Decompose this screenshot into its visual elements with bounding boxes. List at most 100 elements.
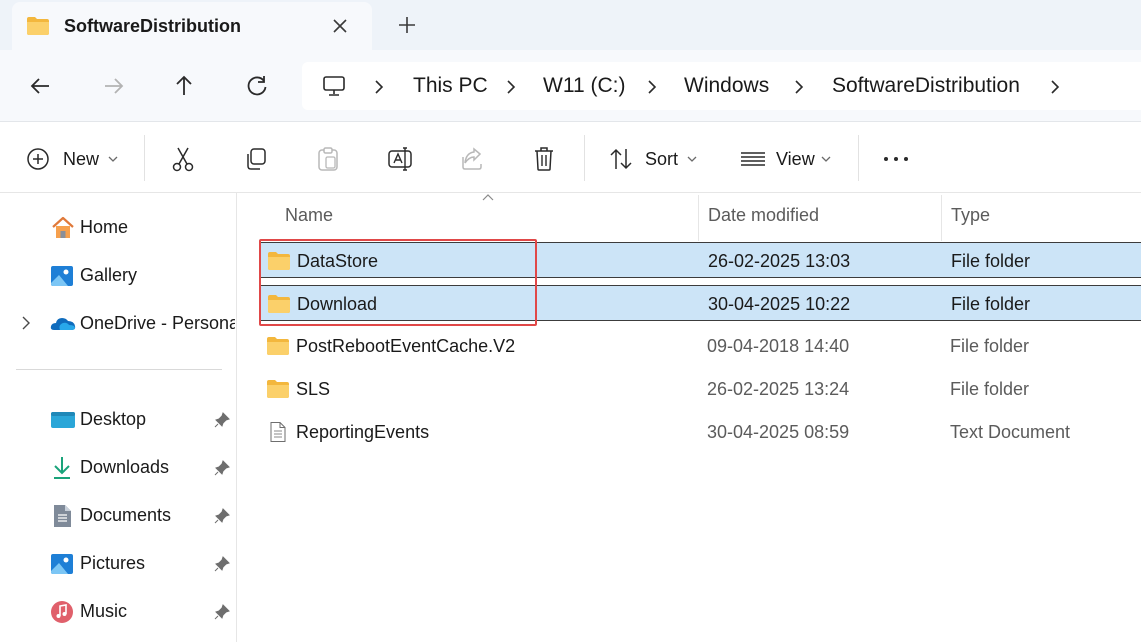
sidebar-item-label: OneDrive - Personal	[80, 313, 235, 333]
sidebar-item-label: Gallery	[80, 265, 138, 285]
gallery-icon	[51, 266, 73, 286]
breadcrumb-windows[interactable]: Windows	[684, 74, 769, 98]
folder-icon	[267, 380, 289, 398]
view-icon[interactable]	[739, 145, 767, 173]
tab-softwaredistribution[interactable]: SoftwareDistribution	[12, 2, 372, 50]
sidebar-item-label: Downloads	[80, 457, 170, 477]
pictures-icon	[51, 554, 73, 574]
file-type: File folder	[951, 294, 1031, 314]
delete-icon[interactable]	[531, 145, 557, 173]
file-name: SLS	[296, 379, 331, 399]
new-tab-button[interactable]	[394, 12, 420, 38]
rename-icon[interactable]	[387, 145, 413, 173]
sidebar-item-gallery[interactable]: Gallery	[0, 255, 237, 295]
folder-icon	[268, 252, 290, 270]
chevron-right-icon[interactable]	[792, 78, 806, 96]
share-icon[interactable]	[460, 145, 486, 173]
table-row[interactable]: PostRebootEventCache.V2 09-04-2018 14:40 F…	[260, 328, 1141, 364]
onedrive-icon	[50, 318, 76, 330]
chevron-right-icon[interactable]	[1048, 78, 1062, 96]
divider	[144, 135, 145, 181]
chevron-right-icon[interactable]	[504, 78, 518, 96]
sidebar-item-onedrive[interactable]: OneDrive - Personal	[0, 303, 237, 343]
sidebar-item-label: Pictures	[80, 553, 146, 573]
chevron-right-icon[interactable]	[645, 78, 659, 96]
chevron-down-icon[interactable]	[106, 145, 120, 173]
close-icon[interactable]	[328, 14, 352, 38]
back-button[interactable]	[27, 72, 55, 100]
tab-title: SoftwareDistribution	[64, 16, 242, 36]
breadcrumb-softwaredistribution[interactable]: SoftwareDistribution	[832, 74, 1020, 98]
file-type: File folder	[950, 336, 1030, 356]
breadcrumb-this-pc[interactable]: This PC	[413, 74, 488, 98]
pin-icon[interactable]	[213, 459, 231, 477]
music-icon	[51, 601, 73, 623]
sidebar-item-desktop[interactable]: Desktop	[0, 399, 237, 439]
sort-button[interactable]: Sort	[645, 149, 678, 170]
sidebar-item-pictures[interactable]: Pictures	[0, 543, 237, 583]
folder-icon	[27, 17, 49, 35]
folder-icon	[267, 337, 289, 355]
column-divider[interactable]	[941, 195, 942, 241]
pin-icon[interactable]	[213, 507, 231, 525]
sidebar-item-documents[interactable]: Documents	[0, 495, 237, 535]
forward-button[interactable]	[99, 72, 127, 100]
navigation-bar: This PC W11 (C:) Windows SoftwareDistrib…	[0, 50, 1141, 122]
up-button[interactable]	[170, 72, 198, 100]
refresh-button[interactable]	[243, 72, 271, 100]
more-options-icon[interactable]	[882, 145, 910, 173]
sidebar-item-downloads[interactable]: Downloads	[0, 447, 237, 487]
column-header-date-modified[interactable]: Date modified	[708, 205, 819, 226]
column-header-type[interactable]: Type	[951, 205, 990, 226]
sidebar-item-music[interactable]: Music	[0, 591, 237, 631]
file-name: DataStore	[297, 251, 379, 271]
sidebar-item-label: Music	[80, 601, 128, 621]
sidebar-item-label: Desktop	[80, 409, 147, 429]
copy-icon[interactable]	[243, 145, 269, 173]
desktop-icon	[51, 412, 75, 428]
pin-icon[interactable]	[213, 603, 231, 621]
file-date-modified: 26-02-2025 13:03	[708, 251, 851, 271]
divider	[16, 369, 222, 370]
table-row[interactable]: SLS 26-02-2025 13:24 File folder	[260, 371, 1141, 407]
paste-icon[interactable]	[315, 145, 341, 173]
file-list: Name Date modified Type DataStore 26-02-2…	[238, 193, 1141, 642]
chevron-down-icon[interactable]	[819, 145, 833, 173]
file-type: File folder	[951, 251, 1031, 271]
sort-icon[interactable]	[608, 145, 634, 173]
sidebar-item-label: Home	[80, 217, 129, 237]
sort-ascending-icon	[482, 194, 494, 201]
breadcrumb-drive[interactable]: W11 (C:)	[543, 74, 625, 98]
file-date-modified: 30-04-2025 10:22	[708, 294, 851, 314]
text-document-icon	[270, 422, 286, 442]
divider	[858, 135, 859, 181]
column-header-name[interactable]: Name	[285, 205, 333, 226]
file-name: PostRebootEventCache.V2	[296, 336, 516, 356]
home-icon	[52, 216, 74, 238]
file-name: Download	[297, 294, 378, 314]
table-row[interactable]: ReportingEvents 30-04-2025 08:59 Text Docu…	[260, 414, 1141, 450]
file-type: Text Document	[950, 422, 1071, 442]
sidebar-item-label: Documents	[80, 505, 172, 525]
file-date-modified: 30-04-2025 08:59	[707, 422, 850, 442]
divider	[584, 135, 585, 181]
address-bar[interactable]: This PC W11 (C:) Windows SoftwareDistrib…	[302, 62, 1141, 110]
this-pc-icon	[323, 76, 345, 96]
chevron-right-icon[interactable]	[372, 78, 386, 96]
pin-icon[interactable]	[213, 411, 231, 429]
command-bar: New Sort View	[0, 123, 1141, 193]
sidebar-item-home[interactable]: Home	[0, 207, 237, 247]
chevron-right-icon[interactable]	[20, 315, 32, 331]
chevron-down-icon[interactable]	[685, 145, 699, 173]
view-button[interactable]: View	[776, 149, 815, 170]
new-button[interactable]: New	[63, 149, 99, 170]
table-row[interactable]: Download 30-04-2025 10:22 File folder	[260, 285, 1141, 321]
downloads-icon	[54, 457, 70, 479]
file-type: File folder	[950, 379, 1030, 399]
table-row[interactable]: DataStore 26-02-2025 13:03 File folder	[260, 242, 1141, 278]
pin-icon[interactable]	[213, 555, 231, 573]
file-date-modified: 09-04-2018 14:40	[707, 336, 850, 356]
new-icon[interactable]	[26, 145, 52, 173]
cut-icon[interactable]	[170, 145, 196, 173]
column-divider[interactable]	[698, 195, 699, 241]
